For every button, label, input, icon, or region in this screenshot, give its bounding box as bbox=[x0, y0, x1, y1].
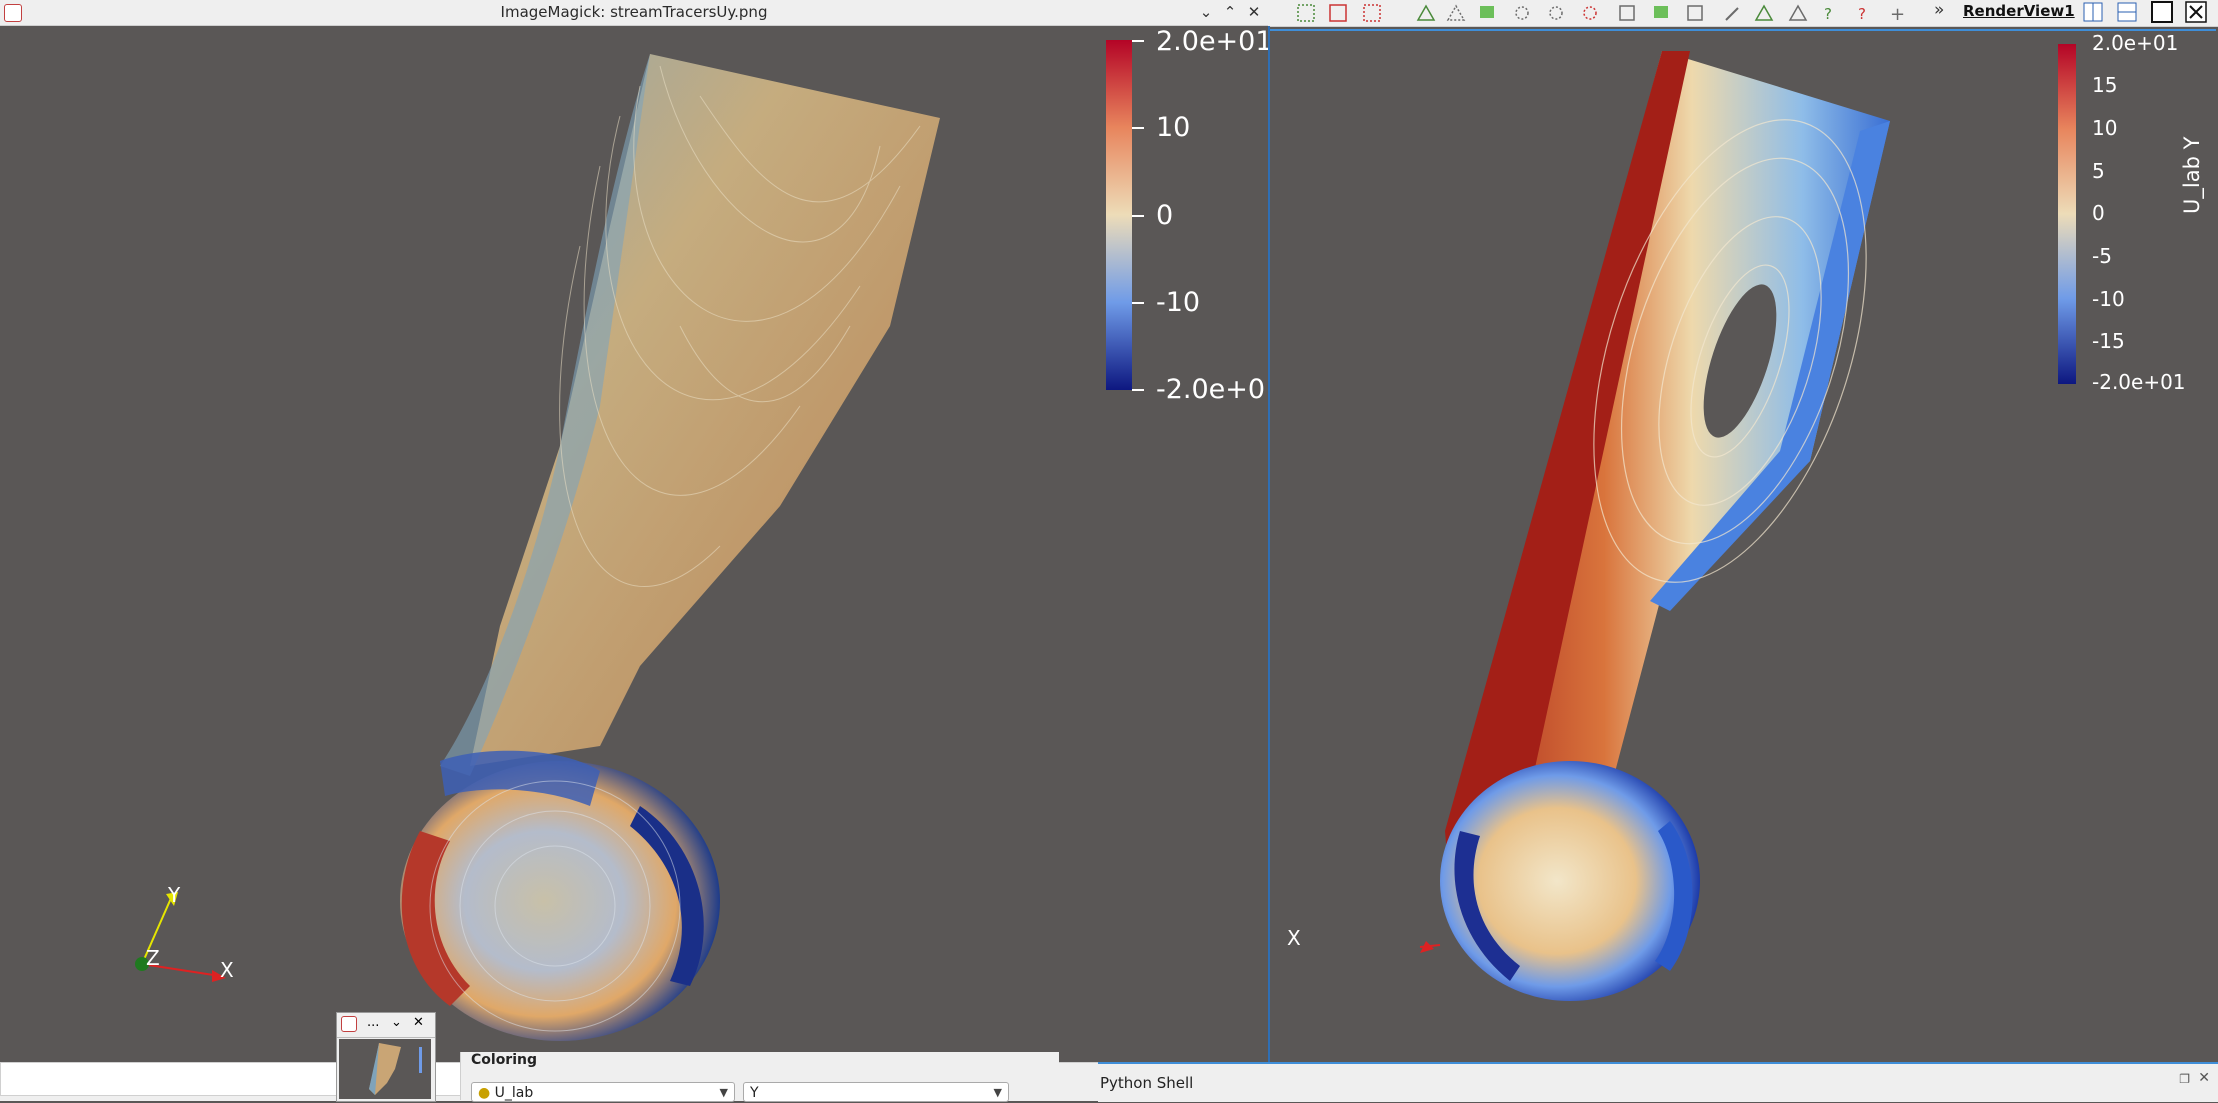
legend-tick bbox=[1132, 127, 1144, 129]
window-title: ImageMagick: streamTracersUy.png bbox=[500, 3, 768, 21]
legend-tick bbox=[1132, 302, 1144, 304]
color-legend-bar-right bbox=[2058, 44, 2076, 384]
float-panel-icon[interactable]: ❐ bbox=[2179, 1072, 2190, 1086]
layout-buttons[interactable] bbox=[2083, 1, 2207, 23]
toolbar-icons: ? ? + bbox=[1297, 1, 2207, 25]
python-shell-panel[interactable]: Python Shell ❐ ✕ bbox=[1098, 1062, 2218, 1102]
close-button[interactable]: ✕ bbox=[1244, 1, 1264, 23]
legend-label: -15 bbox=[2092, 329, 2125, 353]
thumbnail-image bbox=[339, 1039, 431, 1099]
legend-label: 0 bbox=[1156, 200, 1174, 231]
legend-label: -2.0e+01 bbox=[1156, 374, 1283, 405]
close-panel-icon[interactable]: ✕ bbox=[2198, 1070, 2210, 1086]
properties-panel: Coloring ● U_lab ▼ Y ▼ bbox=[460, 1052, 1059, 1102]
chevron-down-icon: ▼ bbox=[719, 1086, 728, 1099]
legend-label: 0 bbox=[2092, 201, 2105, 225]
coloring-section-label: Coloring bbox=[471, 1052, 538, 1068]
thumbnail-title: ... bbox=[367, 1015, 380, 1030]
streamline-visualization-left bbox=[135, 54, 940, 1041]
legend-label: 2.0e+01 bbox=[2092, 31, 2179, 55]
svg-text:+: + bbox=[1890, 4, 1905, 25]
legend-tick bbox=[1132, 389, 1144, 391]
orientation-axes-right bbox=[1419, 941, 1441, 953]
color-legend-bar-left bbox=[1106, 40, 1132, 390]
maximize-button[interactable]: ⌃ bbox=[1220, 1, 1240, 23]
legend-label: -10 bbox=[1156, 287, 1201, 318]
legend-label: 10 bbox=[2092, 116, 2118, 140]
left-render-image[interactable]: Y Z X 2.0e+01 10 0 -10 -2.0e+01 bbox=[0, 26, 1282, 1062]
legend-title: U_lab Y bbox=[2180, 136, 2204, 214]
legend-tick bbox=[1132, 40, 1144, 42]
legend-label: -10 bbox=[2092, 287, 2125, 311]
render-view-label: RenderView1 bbox=[1963, 2, 2075, 20]
axis-x-label: X bbox=[220, 958, 234, 982]
close-icon[interactable]: ✕ bbox=[413, 1015, 424, 1030]
chevron-down-icon[interactable]: ⌄ bbox=[391, 1015, 402, 1030]
imagemagick-app-icon bbox=[341, 1016, 357, 1032]
legend-tick bbox=[1132, 215, 1144, 217]
legend-label: -5 bbox=[2092, 244, 2112, 268]
chevron-down-icon: ▼ bbox=[993, 1086, 1002, 1099]
axis-x-label-right: X bbox=[1287, 926, 1301, 950]
svg-text:?: ? bbox=[1824, 5, 1832, 23]
legend-label: 5 bbox=[2092, 159, 2105, 183]
color-array-value: U_lab bbox=[494, 1085, 534, 1101]
color-component-select[interactable]: Y ▼ bbox=[743, 1082, 1009, 1102]
imagemagick-titlebar[interactable]: ImageMagick: streamTracersUy.png ⌄ ⌃ ✕ bbox=[0, 0, 1268, 26]
legend-label: 15 bbox=[2092, 73, 2118, 97]
python-shell-title: Python Shell bbox=[1100, 1074, 1194, 1092]
minimize-button[interactable]: ⌄ bbox=[1196, 1, 1216, 23]
thumbnail-titlebar[interactable]: ... ⌄ ✕ bbox=[337, 1013, 435, 1038]
selection-icons[interactable]: ? ? + bbox=[1297, 4, 1905, 25]
imagemagick-window: ImageMagick: streamTracersUy.png ⌄ ⌃ ✕ Y… bbox=[0, 0, 1282, 1062]
point-data-icon: ● bbox=[478, 1085, 495, 1101]
thumbnail-preview bbox=[369, 1043, 422, 1095]
axis-y-label: Y bbox=[168, 883, 181, 907]
paraview-toolbar: ? ? + » bbox=[1268, 0, 2218, 27]
color-component-value: Y bbox=[750, 1085, 759, 1101]
legend-label: 10 bbox=[1156, 112, 1191, 143]
thumbnail-window[interactable]: ... ⌄ ✕ bbox=[336, 1012, 436, 1102]
axis-z-label: Z bbox=[146, 946, 160, 970]
legend-label: 2.0e+01 bbox=[1156, 26, 1273, 57]
toolbar-overflow-chevron-icon[interactable]: » bbox=[1934, 0, 1944, 20]
color-array-select[interactable]: ● U_lab ▼ bbox=[471, 1082, 735, 1102]
legend-label: -2.0e+01 bbox=[2092, 370, 2186, 394]
svg-text:?: ? bbox=[1858, 5, 1866, 23]
